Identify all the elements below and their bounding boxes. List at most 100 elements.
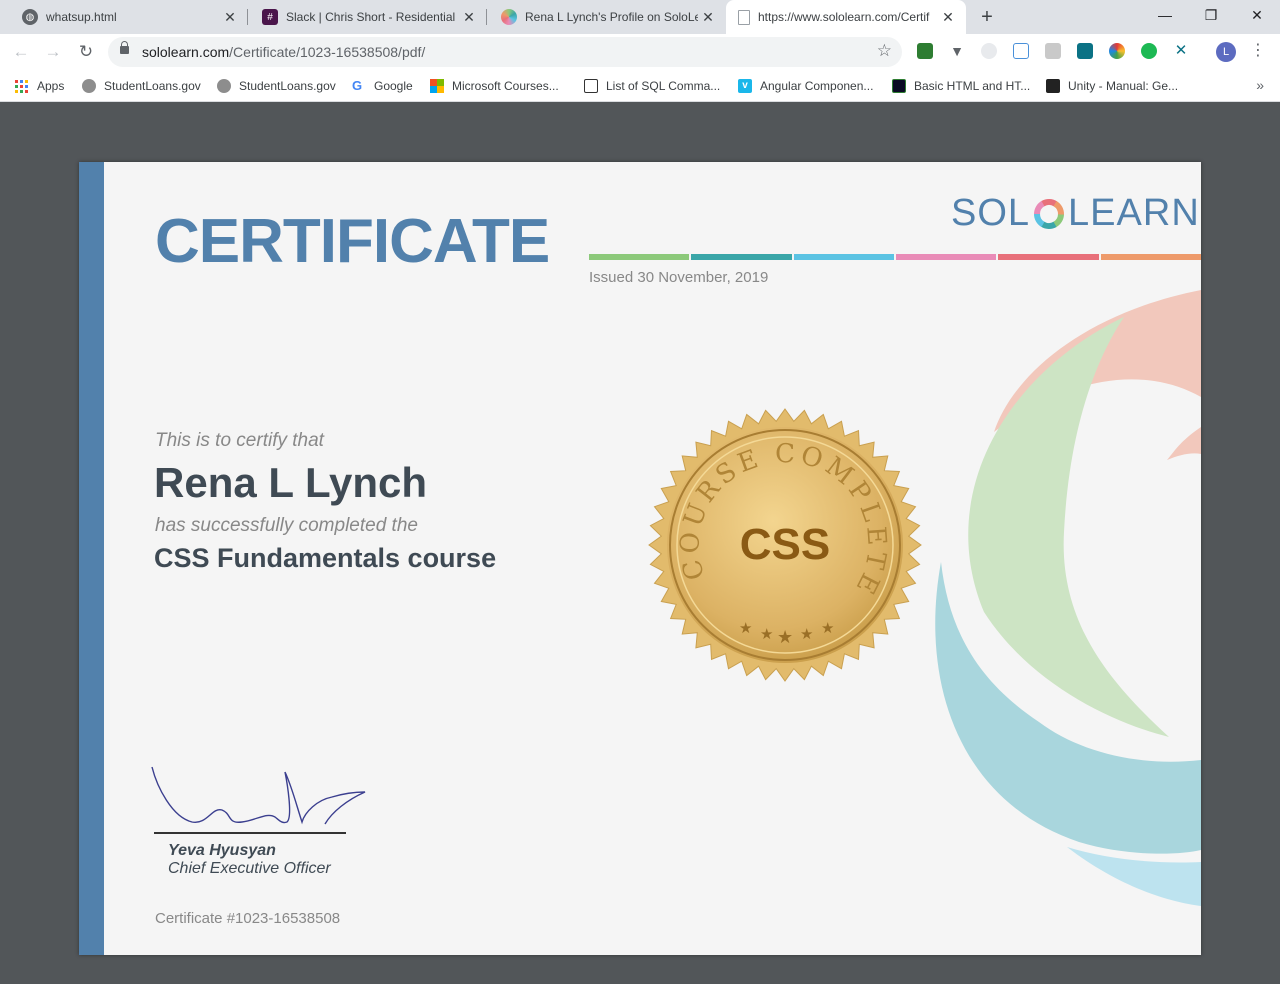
bookmark-apps[interactable]: Apps (15, 76, 64, 96)
extension-cube-icon[interactable] (917, 43, 933, 59)
extension-tools-icon[interactable]: ✕ (1173, 43, 1189, 59)
tab-title: whatsup.html (46, 10, 117, 24)
url-text[interactable]: sololearn.com/Certificate/1023-16538508/… (142, 44, 425, 60)
close-window-button[interactable]: ✕ (1234, 0, 1280, 30)
bookmark-label: Basic HTML and HT... (914, 79, 1031, 93)
seal-star-icon: ★ (739, 619, 752, 637)
course-name: CSS Fundamentals course (154, 543, 497, 573)
tab-title: Rena L Lynch's Profile on SoloLea (525, 10, 698, 24)
tab-slack[interactable]: # Slack | Chris Short - Residential G ✕ (248, 0, 487, 34)
browser-toolbar: ← → ↻ sololearn.com/Certificate/1023-165… (0, 34, 1280, 70)
sololearn-logo: SOL LEARN (951, 192, 1200, 235)
bookmarks-bar: Apps StudentLoans.gov StudentLoans.gov G… (0, 70, 1280, 102)
tab-title: https://www.sololearn.com/Certif (758, 10, 930, 24)
seal-icon (82, 79, 96, 93)
bookmark-angular[interactable]: v Angular Componen... (738, 76, 873, 96)
certify-text: This is to certify that (155, 430, 324, 451)
seal-star-icon: ★ (800, 625, 813, 643)
signer-name: Yeva Hyusyan (168, 842, 276, 859)
tab-title: Slack | Chris Short - Residential G (286, 10, 459, 24)
logo-text-left: SOL (951, 192, 1031, 234)
globe-icon: ◍ (22, 9, 38, 25)
unity-icon (1046, 79, 1060, 93)
reload-button[interactable]: ↻ (73, 39, 99, 65)
seal-label: CSS (740, 520, 830, 569)
stripe (998, 254, 1099, 260)
stripe (589, 254, 690, 260)
slack-icon: # (262, 9, 278, 25)
tab-certificate[interactable]: https://www.sololearn.com/Certif ✕ (726, 0, 966, 34)
sololearn-icon (501, 9, 517, 25)
stripe (793, 254, 894, 260)
vimeo-icon: v (738, 79, 752, 93)
completed-text: has successfully completed the (155, 515, 418, 536)
certificate-number: Certificate #1023-16538508 (155, 910, 341, 927)
color-stripes (589, 254, 1201, 260)
minimize-button[interactable]: — (1142, 0, 1188, 30)
tab-whatsup[interactable]: ◍ whatsup.html ✕ (8, 0, 248, 34)
restore-button[interactable]: ❐ (1188, 0, 1234, 30)
tab-strip: ◍ whatsup.html ✕ # Slack | Chris Short -… (0, 0, 1280, 34)
lock-icon (120, 41, 129, 54)
seal-star-icon: ★ (760, 625, 773, 643)
url-path: /Certificate/1023-16538508/pdf/ (229, 44, 426, 60)
new-tab-button[interactable]: + (975, 5, 999, 29)
extension-page-icon[interactable] (1013, 43, 1029, 59)
extension-color-icon[interactable] (1109, 43, 1125, 59)
bookmark-label: Apps (37, 79, 65, 93)
microsoft-icon (430, 79, 444, 93)
freecodecamp-icon (892, 79, 906, 93)
back-button[interactable]: ← (8, 39, 34, 65)
logo-text-right: LEARN (1068, 192, 1200, 234)
bookmark-unity[interactable]: Unity - Manual: Ge... (1046, 76, 1178, 96)
certificate-title: CERTIFICATE (155, 207, 550, 276)
bookmark-label: List of SQL Comma... (606, 79, 721, 93)
bookmark-star-icon[interactable]: ☆ (877, 41, 892, 61)
bookmark-label: Google (374, 79, 413, 93)
extension-vue-icon[interactable]: ▼ (949, 43, 965, 59)
bookmark-label: StudentLoans.gov (239, 79, 336, 93)
bookmark-label: Microsoft Courses... (452, 79, 559, 93)
close-tab-icon[interactable]: ✕ (938, 9, 958, 26)
course-completed-seal: COURSE COMPLETED CSS ★ ★ ★ ★ ★ (647, 407, 922, 682)
bookmark-google[interactable]: G Google (352, 76, 413, 96)
stripe (691, 254, 792, 260)
sololearn-ring-icon (1034, 198, 1065, 229)
bookmark-label: Unity - Manual: Ge... (1068, 79, 1179, 93)
close-tab-icon[interactable]: ✕ (220, 9, 240, 26)
extension-target-icon[interactable] (1077, 43, 1093, 59)
url-domain: sololearn.com (142, 44, 230, 60)
certificate-page: CERTIFICATE SOL LEARN Issued 30 November… (79, 162, 1201, 955)
stripe (1100, 254, 1201, 260)
extension-play-icon[interactable] (1141, 43, 1157, 59)
recipient-name: Rena L Lynch (154, 459, 428, 506)
profile-avatar[interactable]: L (1216, 42, 1236, 62)
address-bar[interactable]: sololearn.com/Certificate/1023-16538508/… (108, 37, 902, 67)
close-tab-icon[interactable]: ✕ (459, 9, 479, 26)
code-icon (584, 79, 598, 93)
document-icon (738, 9, 750, 25)
bookmark-basic-html[interactable]: Basic HTML and HT... (892, 76, 1030, 96)
signature-image (151, 766, 366, 825)
forward-button[interactable]: → (40, 39, 66, 65)
stripe (895, 254, 997, 260)
bookmarks-overflow-button[interactable]: » (1256, 77, 1264, 93)
menu-kebab-icon[interactable]: ⋮ (1250, 40, 1266, 60)
bookmark-studentloans-1[interactable]: StudentLoans.gov (82, 76, 201, 96)
seal-icon (217, 79, 231, 93)
extension-h-icon[interactable] (1045, 43, 1061, 59)
seal-star-icon: ★ (821, 619, 834, 637)
tab-sololearn-profile[interactable]: Rena L Lynch's Profile on SoloLea ✕ (487, 0, 726, 34)
bookmark-label: Angular Componen... (760, 79, 874, 93)
close-tab-icon[interactable]: ✕ (698, 9, 718, 26)
bookmark-label: StudentLoans.gov (104, 79, 201, 93)
apps-grid-icon (15, 79, 28, 93)
extension-ghost-icon[interactable] (981, 43, 997, 59)
certificate-side-bar (79, 162, 104, 955)
issued-date: Issued 30 November, 2019 (589, 269, 769, 286)
bookmark-studentloans-2[interactable]: StudentLoans.gov (217, 76, 336, 96)
google-icon: G (352, 78, 363, 93)
bookmark-sql[interactable]: List of SQL Comma... (584, 76, 720, 96)
bookmark-microsoft[interactable]: Microsoft Courses... (430, 76, 559, 96)
seal-star-icon: ★ (777, 627, 793, 648)
